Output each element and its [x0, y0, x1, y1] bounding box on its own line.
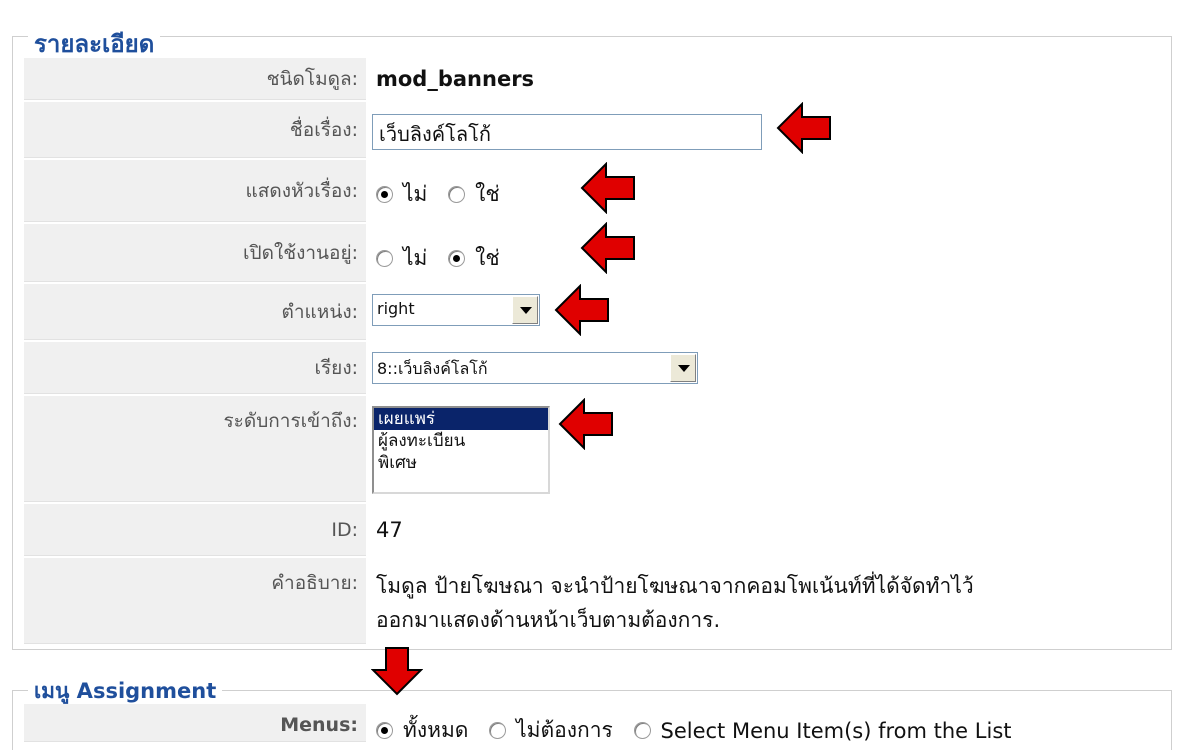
- menus-all-radio[interactable]: [376, 722, 393, 739]
- arrow-left-icon: [580, 162, 635, 214]
- enabled-no-radio[interactable]: [376, 250, 393, 267]
- access-option-special[interactable]: พิเศษ: [374, 452, 548, 474]
- menus-radio-group: ทั้งหมด ไม่ต้องการ Select Menu Item(s) f…: [376, 714, 1026, 747]
- order-select[interactable]: 8::เว็บลิงค์โลโก้: [372, 352, 698, 384]
- id-value: 47: [376, 518, 403, 542]
- module-type-value: mod_banners: [376, 67, 535, 91]
- arrow-left-icon: [558, 398, 613, 450]
- enabled-label: เปิดใช้งานอยู่:: [24, 224, 366, 282]
- arrow-left-icon: [554, 284, 609, 336]
- order-label: เรียง:: [24, 342, 366, 394]
- row-module-type: ชนิดโมดูล: mod_banners: [24, 58, 1164, 100]
- menus-none-radio[interactable]: [489, 722, 507, 739]
- row-order: เรียง: 8::เว็บลิงค์โลโก้: [24, 342, 1164, 394]
- access-listbox[interactable]: เผยแพร่ ผู้ลงทะเบียน พิเศษ: [372, 406, 550, 494]
- show-title-yes-radio[interactable]: [448, 186, 466, 203]
- description-line1: โมดูล ป้ายโฆษณา จะนำป้ายโฆษณาจากคอมโพเน้…: [376, 574, 974, 598]
- show-title-label: แสดงหัวเรื่อง:: [24, 160, 366, 222]
- show-title-yes-label[interactable]: ใช่: [475, 178, 500, 211]
- row-description: คำอธิบาย: โมดูล ป้ายโฆษณา จะนำป้ายโฆษณาจ…: [24, 558, 1164, 644]
- row-id: ID: 47: [24, 504, 1164, 556]
- row-title: ชื่อเรื่อง: เว็บลิงค์โลโก้: [24, 102, 1164, 158]
- chevron-down-icon[interactable]: [512, 296, 538, 324]
- arrow-left-icon: [580, 222, 635, 274]
- module-type-label: ชนิดโมดูล:: [24, 58, 366, 100]
- id-label: ID:: [24, 504, 366, 556]
- enabled-yes-radio[interactable]: [448, 250, 466, 267]
- menus-none-label[interactable]: ไม่ต้องการ: [516, 714, 613, 747]
- order-select-value: 8::เว็บลิงค์โลโก้: [377, 359, 488, 378]
- show-title-no-radio[interactable]: [376, 186, 393, 203]
- position-select[interactable]: right: [372, 294, 540, 326]
- menus-all-label[interactable]: ทั้งหมด: [403, 714, 468, 747]
- description-label: คำอธิบาย:: [24, 558, 366, 644]
- position-select-value: right: [377, 299, 415, 318]
- position-label: ตำแหน่ง:: [24, 284, 366, 340]
- menus-label: Menus:: [24, 704, 366, 742]
- access-option-registered[interactable]: ผู้ลงทะเบียน: [374, 430, 548, 452]
- show-title-no-label[interactable]: ไม่: [403, 178, 427, 211]
- enabled-no-label[interactable]: ไม่: [403, 242, 427, 275]
- enabled-yes-label[interactable]: ใช่: [475, 242, 500, 275]
- title-label: ชื่อเรื่อง:: [24, 102, 366, 158]
- description-line2: ออกมาแสดงด้านหน้าเว็บตามต้องการ.: [376, 608, 721, 632]
- arrow-left-icon: [776, 102, 831, 154]
- access-label: ระดับการเข้าถึง:: [24, 396, 366, 502]
- row-menus: Menus: ทั้งหมด ไม่ต้องการ Select Menu It…: [24, 704, 1164, 743]
- arrow-down-icon: [371, 647, 423, 696]
- enabled-radio-group: ไม่ ใช่: [376, 242, 514, 275]
- show-title-radio-group: ไม่ ใช่: [376, 178, 514, 211]
- chevron-down-icon[interactable]: [670, 354, 696, 382]
- menus-select-radio[interactable]: [633, 722, 651, 739]
- title-input[interactable]: เว็บลิงค์โลโก้: [372, 114, 762, 150]
- menus-select-label[interactable]: Select Menu Item(s) from the List: [661, 719, 1012, 743]
- access-option-public[interactable]: เผยแพร่: [374, 408, 548, 430]
